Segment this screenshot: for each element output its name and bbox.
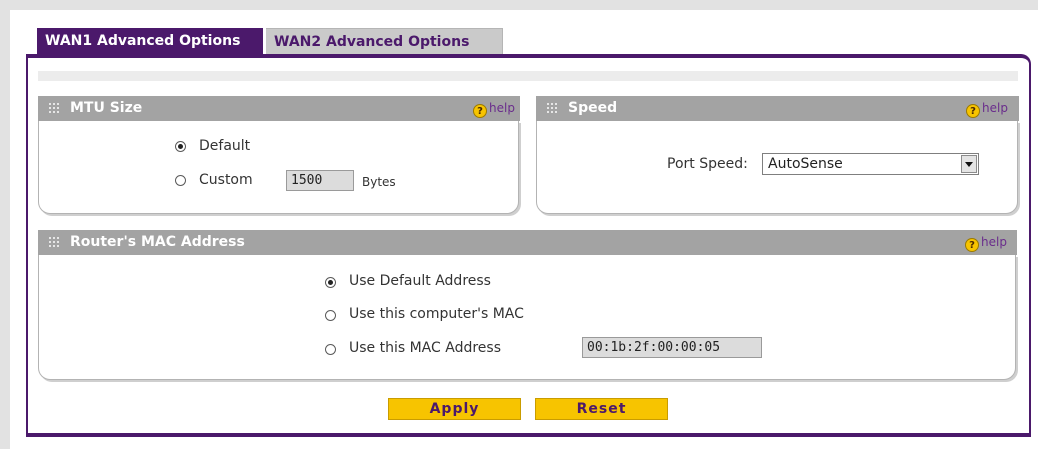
chevron-down-icon[interactable] <box>961 155 977 173</box>
mtu-size-title: MTU Size <box>70 100 143 116</box>
speed-title: Speed <box>568 100 618 116</box>
tab-wan1-advanced-options[interactable]: WAN1 Advanced Options <box>37 28 263 54</box>
mtu-size-body <box>38 121 519 214</box>
speed-header: Speed ? help <box>536 96 1019 121</box>
page-left-border <box>0 0 10 449</box>
mtu-default-radio[interactable] <box>175 141 186 152</box>
mac-help-link[interactable]: ? help <box>965 234 1007 252</box>
port-speed-label: Port Speed: <box>667 156 748 172</box>
reset-button[interactable]: Reset <box>535 398 668 420</box>
speed-help-link[interactable]: ? help <box>966 100 1008 118</box>
mtu-default-label: Default <box>199 138 251 154</box>
mtu-size-section: MTU Size ? help <box>38 96 520 214</box>
port-speed-select[interactable]: AutoSense <box>762 153 979 175</box>
tab-wan2-advanced-options[interactable]: WAN2 Advanced Options <box>266 28 503 54</box>
help-icon: ? <box>965 238 979 252</box>
panel-top-strip <box>38 71 1018 81</box>
mac-address-header: Router's MAC Address ? help <box>38 230 1017 255</box>
help-label: help <box>982 101 1008 115</box>
help-label: help <box>981 235 1007 249</box>
mac-address-title: Router's MAC Address <box>70 234 245 250</box>
mac-address-section: Router's MAC Address ? help <box>38 230 1017 380</box>
help-icon: ? <box>473 104 487 118</box>
mtu-help-link[interactable]: ? help <box>473 100 515 118</box>
apply-button[interactable]: Apply <box>388 398 521 420</box>
port-speed-value: AutoSense <box>768 156 843 172</box>
grip-icon <box>49 237 59 248</box>
mac-default-radio[interactable] <box>325 277 336 288</box>
page-top-border <box>0 0 1038 10</box>
mtu-custom-label: Custom <box>199 172 253 188</box>
mac-custom-radio[interactable] <box>325 344 336 355</box>
mac-computer-label: Use this computer's MAC <box>349 306 524 322</box>
grip-icon <box>547 103 557 114</box>
mac-address-input[interactable]: 00:1b:2f:00:00:05 <box>582 337 762 358</box>
help-icon: ? <box>966 104 980 118</box>
mac-address-body <box>38 255 1016 380</box>
mtu-size-header: MTU Size ? help <box>38 96 520 121</box>
mac-default-label: Use Default Address <box>349 273 491 289</box>
mtu-unit-label: Bytes <box>362 175 396 189</box>
mac-computer-radio[interactable] <box>325 310 336 321</box>
help-label: help <box>489 101 515 115</box>
grip-icon <box>49 103 59 114</box>
mac-custom-label: Use this MAC Address <box>349 340 501 356</box>
mtu-custom-radio[interactable] <box>175 175 186 186</box>
mtu-custom-input[interactable]: 1500 <box>286 170 354 191</box>
